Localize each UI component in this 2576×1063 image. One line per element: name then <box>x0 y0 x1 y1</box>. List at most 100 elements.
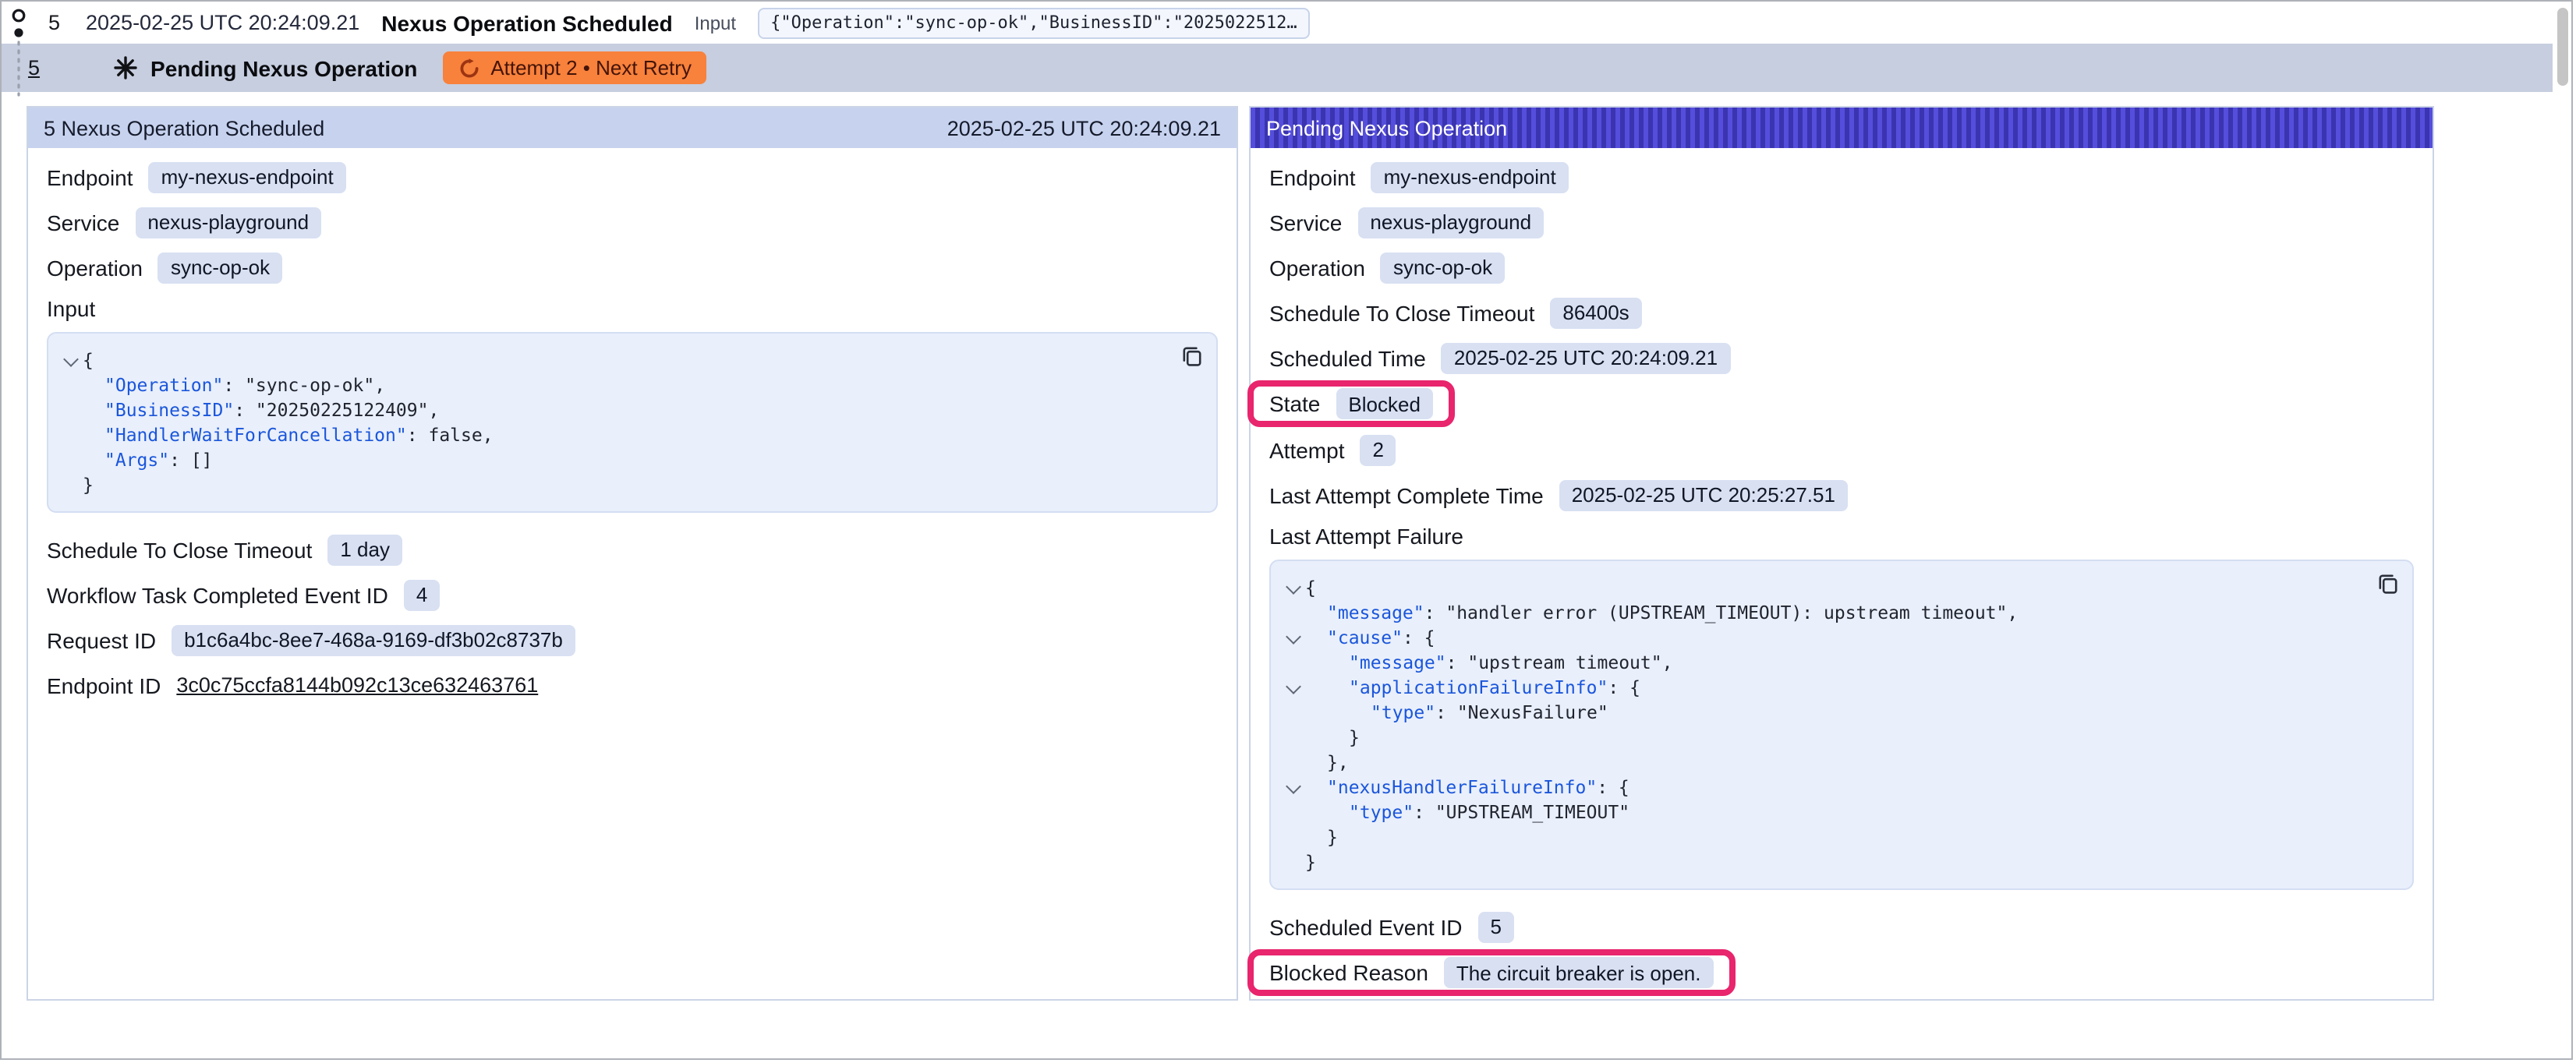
temporal-event-history-view: 5 2025-02-25 UTC 20:24:09.21 Nexus Opera… <box>0 0 2573 1060</box>
event-detail-panel: 5 Nexus Operation Scheduled 2025-02-25 U… <box>27 106 1238 1001</box>
service-value-chip: nexus-playground <box>1357 207 1544 238</box>
collapse-gutter[interactable] <box>1280 575 1305 600</box>
field-row-last-attempt-failure: Last Attempt Failure <box>1269 517 2414 555</box>
pending-operation-title: Pending Nexus Operation <box>150 55 417 80</box>
event-detail-body: Endpoint my-nexus-endpoint Service nexus… <box>28 148 1237 720</box>
gutter <box>58 397 83 422</box>
field-row-request-id: Request ID b1c6a4bc-8ee7-468a-9169-df3b0… <box>47 617 1218 662</box>
copy-icon[interactable] <box>2376 572 2400 595</box>
scheduled-time-value-chip: 2025-02-25 UTC 20:24:09.21 <box>1442 342 1730 373</box>
code-line: } <box>1280 825 2359 849</box>
code-line: "type": "UPSTREAM_TIMEOUT" <box>1280 800 2359 825</box>
code-line: "message": "handler error (UPSTREAM_TIME… <box>1280 600 2359 625</box>
chevron-down-icon[interactable] <box>1285 779 1300 794</box>
field-row-last-attempt-complete-time: Last Attempt Complete Time 2025-02-25 UT… <box>1269 472 2414 517</box>
field-row-schedule-to-close: Schedule To Close Timeout 1 day <box>47 527 1218 572</box>
blocked-reason-label: Blocked Reason <box>1269 960 1428 985</box>
copy-icon[interactable] <box>1180 344 1204 368</box>
scrollbar-thumb[interactable] <box>2557 8 2568 86</box>
event-detail-header-timestamp: 2025-02-25 UTC 20:24:09.21 <box>947 116 1221 139</box>
gutter <box>58 472 83 497</box>
event-timestamp: 2025-02-25 UTC 20:24:09.21 <box>86 11 359 34</box>
timeline-marker-icon <box>6 5 31 106</box>
code-line: "BusinessID": "20250225122409", <box>58 397 1163 422</box>
last-attempt-complete-time-value-chip: 2025-02-25 UTC 20:25:27.51 <box>1559 479 1848 510</box>
attempt-label: Attempt <box>1269 437 1345 462</box>
gutter <box>1280 700 1305 725</box>
field-row-attempt: Attempt 2 <box>1269 427 2414 472</box>
state-label: State <box>1269 391 1320 416</box>
event-detail-header: 5 Nexus Operation Scheduled 2025-02-25 U… <box>28 108 1237 148</box>
event-detail-header-title: 5 Nexus Operation Scheduled <box>44 116 324 139</box>
field-row-service: Service nexus-playground <box>1269 200 2414 245</box>
last-attempt-complete-time-label: Last Attempt Complete Time <box>1269 482 1544 507</box>
service-value-chip: nexus-playground <box>135 207 321 238</box>
chevron-down-icon[interactable] <box>1285 679 1300 694</box>
code-line: "Args": [] <box>58 447 1163 472</box>
endpoint-label: Endpoint <box>1269 164 1356 189</box>
endpoint-value-chip: my-nexus-endpoint <box>149 161 346 192</box>
collapse-gutter[interactable] <box>1280 625 1305 650</box>
schedule-to-close-value-chip: 1 day <box>327 534 402 565</box>
event-id: 5 <box>48 11 64 34</box>
field-row-wft-completed-event-id: Workflow Task Completed Event ID 4 <box>47 572 1218 617</box>
detail-panels: 5 Nexus Operation Scheduled 2025-02-25 U… <box>2 92 2571 1001</box>
last-attempt-failure-label: Last Attempt Failure <box>1269 524 1463 549</box>
scheduled-event-id-value-chip: 5 <box>1478 911 1514 942</box>
scale-wrapper: 5 2025-02-25 UTC 20:24:09.21 Nexus Opera… <box>0 0 2576 1063</box>
pending-operation-body: Endpoint my-nexus-endpoint Service nexus… <box>1251 148 2433 1008</box>
gutter <box>58 447 83 472</box>
chevron-down-icon[interactable] <box>1285 579 1300 595</box>
code-line: } <box>1280 725 2359 750</box>
pending-operation-row[interactable]: 5 Pending Nexus Operation Attempt 2 • Ne… <box>2 44 2553 92</box>
schedule-to-close-label: Schedule To Close Timeout <box>1269 300 1534 325</box>
field-row-scheduled-time: Scheduled Time 2025-02-25 UTC 20:24:09.2… <box>1269 335 2414 380</box>
wft-completed-label: Workflow Task Completed Event ID <box>47 582 388 607</box>
code-line: } <box>1280 849 2359 874</box>
field-row-endpoint: Endpoint my-nexus-endpoint <box>1269 154 2414 200</box>
code-line: "cause": { <box>1280 625 2359 650</box>
failure-json-viewer: {"message": "handler error (UPSTREAM_TIM… <box>1269 560 2414 890</box>
endpoint-label: Endpoint <box>47 164 133 189</box>
field-row-endpoint-id: Endpoint ID 3c0c75ccfa8144b092c13ce63246… <box>47 662 1218 708</box>
code-line: "type": "NexusFailure" <box>1280 700 2359 725</box>
input-label: Input <box>47 296 95 321</box>
event-title: Nexus Operation Scheduled <box>381 10 672 35</box>
code-line: "applicationFailureInfo": { <box>1280 675 2359 700</box>
scrollbar[interactable] <box>2556 5 2570 1055</box>
input-json-code: {"Operation": "sync-op-ok","BusinessID":… <box>58 348 1163 497</box>
retry-attempt-badge: Attempt 2 • Next Retry <box>442 51 707 84</box>
gutter <box>1280 800 1305 825</box>
gutter <box>1280 750 1305 775</box>
scheduled-event-id-label: Scheduled Event ID <box>1269 914 1463 939</box>
endpoint-id-link[interactable]: 3c0c75ccfa8144b092c13ce632463761 <box>176 673 538 697</box>
history-event-row[interactable]: 5 2025-02-25 UTC 20:24:09.21 Nexus Opera… <box>2 2 2553 44</box>
pending-operation-icon <box>113 56 136 79</box>
chevron-down-icon[interactable] <box>1285 629 1300 645</box>
code-line: }, <box>1280 750 2359 775</box>
field-row-state: State Blocked <box>1269 380 2414 427</box>
service-label: Service <box>47 210 119 235</box>
collapse-gutter[interactable] <box>1280 675 1305 700</box>
gutter <box>1280 849 1305 874</box>
collapse-gutter[interactable] <box>58 348 83 373</box>
operation-value-chip: sync-op-ok <box>1381 252 1505 283</box>
field-row-service: Service nexus-playground <box>47 200 1218 245</box>
code-line: { <box>58 348 1163 373</box>
chevron-down-icon[interactable] <box>62 351 78 367</box>
blocked-reason-value-chip: The circuit breaker is open. <box>1444 957 1714 988</box>
field-row-schedule-to-close: Schedule To Close Timeout 86400s <box>1269 290 2414 335</box>
blocked-reason-annotation-highlight: Blocked Reason The circuit breaker is op… <box>1247 949 1736 996</box>
service-label: Service <box>1269 210 1342 235</box>
field-row-endpoint: Endpoint my-nexus-endpoint <box>47 154 1218 200</box>
gutter <box>1280 650 1305 675</box>
schedule-to-close-label: Schedule To Close Timeout <box>47 537 312 562</box>
pending-operation-header-title: Pending Nexus Operation <box>1266 116 1507 139</box>
wft-completed-value-chip: 4 <box>404 579 440 610</box>
failure-json-code: {"message": "handler error (UPSTREAM_TIM… <box>1280 575 2359 874</box>
input-key-label: Input <box>695 12 736 34</box>
collapse-gutter[interactable] <box>1280 775 1305 800</box>
field-row-operation: Operation sync-op-ok <box>47 245 1218 290</box>
code-line: "HandlerWaitForCancellation": false, <box>58 422 1163 447</box>
pending-operation-header: Pending Nexus Operation <box>1251 108 2433 148</box>
